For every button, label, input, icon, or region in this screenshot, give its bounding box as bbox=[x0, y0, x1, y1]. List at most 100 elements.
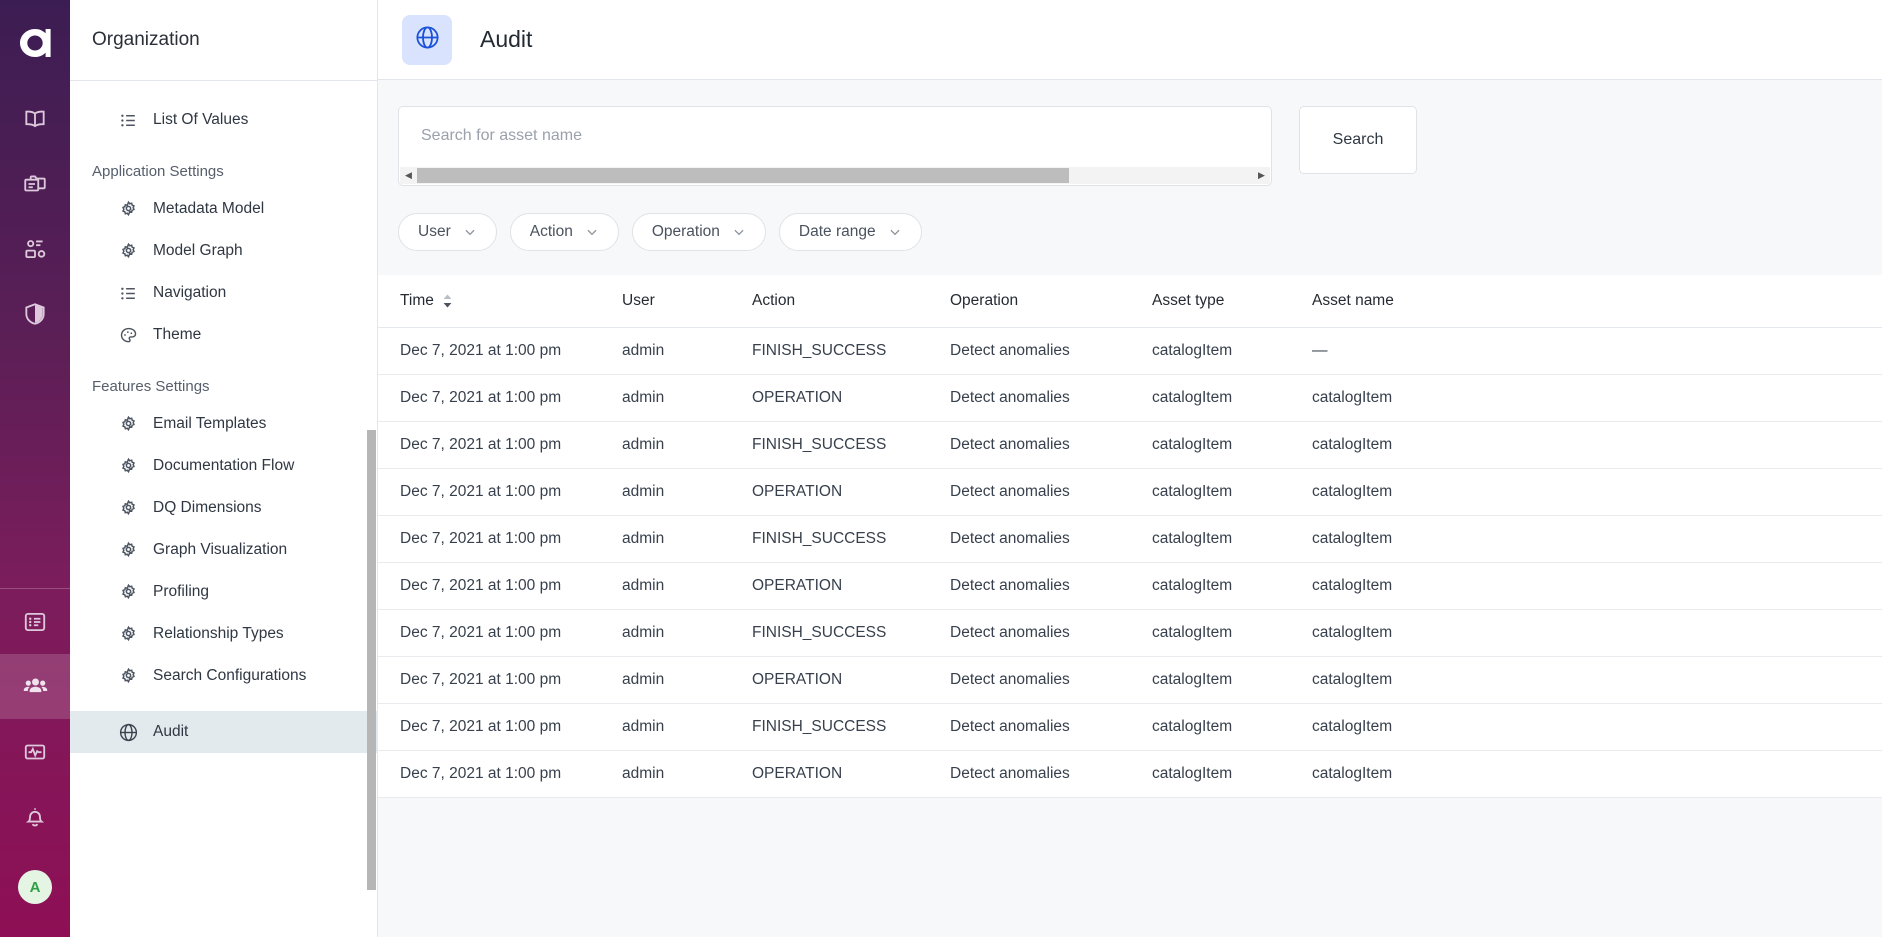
gear-icon bbox=[117, 413, 139, 435]
cell-action: OPERATION bbox=[752, 374, 950, 421]
filter-date-range[interactable]: Date range bbox=[779, 213, 922, 251]
table-row[interactable]: Dec 7, 2021 at 1:00 pmadminOPERATIONDete… bbox=[378, 750, 1882, 797]
sidebar-item-label: Documentation Flow bbox=[153, 457, 294, 475]
table-head: Time User Acti bbox=[378, 275, 1882, 327]
table-row[interactable]: Dec 7, 2021 at 1:00 pmadminOPERATIONDete… bbox=[378, 562, 1882, 609]
filter-label: User bbox=[418, 223, 451, 241]
cell-time: Dec 7, 2021 at 1:00 pm bbox=[378, 703, 622, 750]
cell-operation: Detect anomalies bbox=[950, 515, 1152, 562]
search-button[interactable]: Search bbox=[1299, 106, 1417, 174]
rail-item-governance[interactable] bbox=[0, 281, 70, 346]
gear-icon bbox=[117, 198, 139, 220]
cell-time: Dec 7, 2021 at 1:00 pm bbox=[378, 421, 622, 468]
cell-operation: Detect anomalies bbox=[950, 609, 1152, 656]
main-area: Audit ◀ ▶ Search bbox=[378, 0, 1882, 937]
ataccama-logo[interactable] bbox=[0, 0, 70, 86]
table-header-row: Time User Acti bbox=[378, 275, 1882, 327]
cell-user: admin bbox=[622, 515, 752, 562]
cell-user: admin bbox=[622, 656, 752, 703]
scroll-right-arrow[interactable]: ▶ bbox=[1253, 167, 1270, 184]
cell-asset-name: catalogItem bbox=[1312, 468, 1882, 515]
sort-control-time[interactable]: Time bbox=[400, 292, 453, 310]
sidebar-item-theme[interactable]: Theme bbox=[70, 314, 377, 356]
cell-operation: Detect anomalies bbox=[950, 703, 1152, 750]
scroll-thumb[interactable] bbox=[417, 168, 1069, 183]
gear-icon bbox=[117, 497, 139, 519]
column-header-operation[interactable]: Operation bbox=[950, 275, 1152, 327]
avatar[interactable]: A bbox=[18, 870, 52, 904]
people-icon bbox=[22, 673, 49, 700]
cell-asset-name: — bbox=[1312, 327, 1882, 374]
scroll-left-arrow[interactable]: ◀ bbox=[400, 167, 417, 184]
page-title: Audit bbox=[480, 26, 532, 53]
column-header-asset-name[interactable]: Asset name bbox=[1312, 275, 1882, 327]
sidebar-item-list-of-values[interactable]: List Of Values bbox=[70, 99, 377, 141]
audit-table: Time User Acti bbox=[378, 275, 1882, 798]
sidebar-item-search-configurations[interactable]: Search Configurations bbox=[70, 655, 377, 697]
cell-asset-name: catalogItem bbox=[1312, 656, 1882, 703]
sidebar-item-audit[interactable]: Audit bbox=[70, 711, 377, 753]
sidebar-item-email-templates[interactable]: Email Templates bbox=[70, 403, 377, 445]
rail-bottom-items bbox=[0, 589, 70, 849]
rail-item-notifications[interactable] bbox=[0, 784, 70, 849]
table-row[interactable]: Dec 7, 2021 at 1:00 pmadminFINISH_SUCCES… bbox=[378, 609, 1882, 656]
sidebar-item-navigation[interactable]: Navigation bbox=[70, 272, 377, 314]
sidebar-item-documentation-flow[interactable]: Documentation Flow bbox=[70, 445, 377, 487]
column-header-asset-type[interactable]: Asset type bbox=[1152, 275, 1312, 327]
cell-action: FINISH_SUCCESS bbox=[752, 703, 950, 750]
cell-user: admin bbox=[622, 562, 752, 609]
rail-item-knowledge-catalog[interactable] bbox=[0, 86, 70, 151]
sidebar-item-model-graph[interactable]: Model Graph bbox=[70, 230, 377, 272]
sidebar-item-profiling[interactable]: Profiling bbox=[70, 571, 377, 613]
sidebar-item-label: Profiling bbox=[153, 583, 209, 601]
cell-operation: Detect anomalies bbox=[950, 750, 1152, 797]
rail-top-items bbox=[0, 86, 70, 346]
search-row: ◀ ▶ Search bbox=[378, 106, 1882, 186]
table-row[interactable]: Dec 7, 2021 at 1:00 pmadminOPERATIONDete… bbox=[378, 468, 1882, 515]
search-input[interactable] bbox=[399, 107, 1271, 165]
rail-item-sources[interactable] bbox=[0, 151, 70, 216]
cell-time: Dec 7, 2021 at 1:00 pm bbox=[378, 374, 622, 421]
sidebar-scroll-region: Roles List Of Values Appli bbox=[70, 80, 377, 937]
table-row[interactable]: Dec 7, 2021 at 1:00 pmadminFINISH_SUCCES… bbox=[378, 515, 1882, 562]
cell-time: Dec 7, 2021 at 1:00 pm bbox=[378, 327, 622, 374]
cell-asset-type: catalogItem bbox=[1152, 374, 1312, 421]
sidebar-item-metadata-model[interactable]: Metadata Model bbox=[70, 188, 377, 230]
filter-user[interactable]: User bbox=[398, 213, 497, 251]
column-header-action[interactable]: Action bbox=[752, 275, 950, 327]
cell-time: Dec 7, 2021 at 1:00 pm bbox=[378, 562, 622, 609]
sort-arrows-icon bbox=[442, 293, 453, 309]
search-horizontal-scrollbar[interactable]: ◀ ▶ bbox=[400, 167, 1270, 184]
search-box: ◀ ▶ bbox=[398, 106, 1272, 186]
cell-user: admin bbox=[622, 468, 752, 515]
sidebar-items: Roles List Of Values Appli bbox=[70, 80, 377, 753]
table-row[interactable]: Dec 7, 2021 at 1:00 pmadminFINISH_SUCCES… bbox=[378, 703, 1882, 750]
sidebar-item-graph-visualization[interactable]: Graph Visualization bbox=[70, 529, 377, 571]
column-header-time[interactable]: Time bbox=[378, 275, 622, 327]
column-header-user[interactable]: User bbox=[622, 275, 752, 327]
sidebar-item-label: Navigation bbox=[153, 284, 226, 302]
sidebar-group-application-settings: Application Settings bbox=[70, 163, 377, 180]
chevron-down-icon bbox=[463, 225, 477, 239]
cell-time: Dec 7, 2021 at 1:00 pm bbox=[378, 468, 622, 515]
cell-asset-name: catalogItem bbox=[1312, 703, 1882, 750]
filter-operation[interactable]: Operation bbox=[632, 213, 766, 251]
rail-item-tasks[interactable] bbox=[0, 589, 70, 654]
globe-icon bbox=[117, 721, 139, 743]
sidebar-scrollbar[interactable] bbox=[367, 430, 376, 890]
sidebar-item-relationship-types[interactable]: Relationship Types bbox=[70, 613, 377, 655]
table-row[interactable]: Dec 7, 2021 at 1:00 pmadminFINISH_SUCCES… bbox=[378, 327, 1882, 374]
sidebar-item-dq-dimensions[interactable]: DQ Dimensions bbox=[70, 487, 377, 529]
table-row[interactable]: Dec 7, 2021 at 1:00 pmadminOPERATIONDete… bbox=[378, 374, 1882, 421]
rail-item-monitoring[interactable] bbox=[0, 719, 70, 784]
table-row[interactable]: Dec 7, 2021 at 1:00 pmadminFINISH_SUCCES… bbox=[378, 421, 1882, 468]
palette-icon bbox=[117, 324, 139, 346]
filter-action[interactable]: Action bbox=[510, 213, 619, 251]
rail-item-data-quality[interactable] bbox=[0, 216, 70, 281]
sidebar-group-features-settings: Features Settings bbox=[70, 378, 377, 395]
rail-item-organization[interactable] bbox=[0, 654, 70, 719]
scroll-track[interactable] bbox=[417, 168, 1253, 183]
sidebar-item-label: Relationship Types bbox=[153, 625, 284, 643]
table-row[interactable]: Dec 7, 2021 at 1:00 pmadminOPERATIONDete… bbox=[378, 656, 1882, 703]
filter-label: Action bbox=[530, 223, 573, 241]
